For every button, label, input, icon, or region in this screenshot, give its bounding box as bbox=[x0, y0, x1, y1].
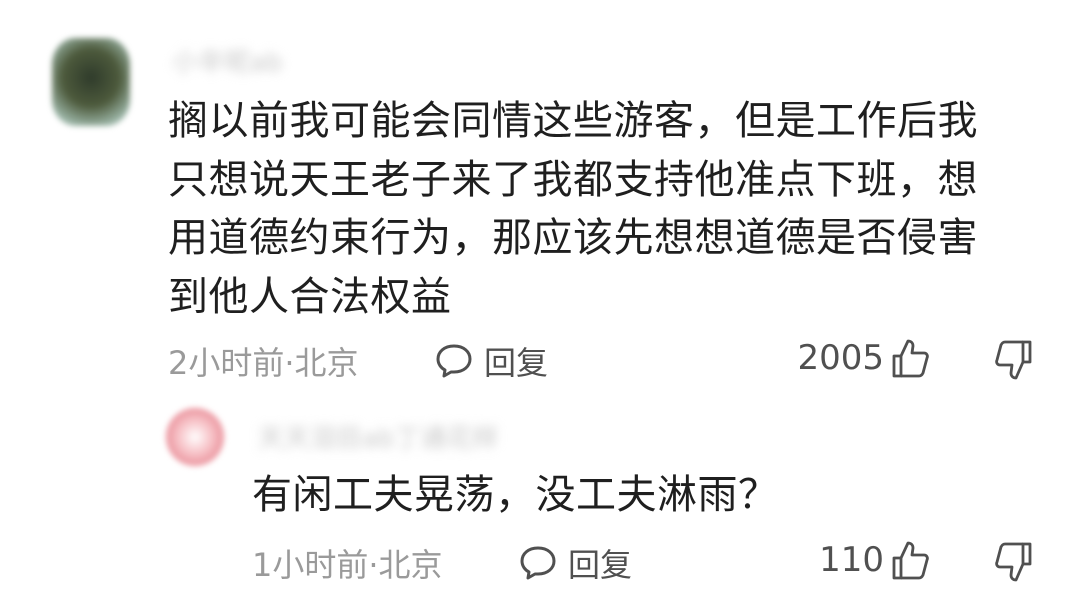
comment-line: 到他人合法权益 bbox=[168, 273, 452, 320]
commenter-avatar[interactable] bbox=[52, 38, 130, 126]
comment-line: 只想说天王老子来了我都支持他准点下班，想 bbox=[168, 156, 978, 203]
thumbs-down-icon[interactable] bbox=[992, 338, 1034, 384]
like-count: 2005 bbox=[797, 338, 884, 378]
comment-timestamp-location: 2小时前·北京 bbox=[168, 344, 359, 382]
reply-button[interactable]: 回复 bbox=[434, 338, 548, 384]
thumbs-up-icon bbox=[892, 339, 929, 378]
reply-author-avatar[interactable] bbox=[166, 408, 224, 466]
like-button[interactable]: 2005 bbox=[797, 336, 930, 380]
reply-timestamp-location: 1小时前·北京 bbox=[252, 546, 443, 584]
like-button[interactable]: 110 bbox=[819, 538, 930, 582]
reply-author-name[interactable]: 天天泪目ab丁通花样 bbox=[258, 418, 498, 455]
like-count: 110 bbox=[819, 540, 884, 580]
thumbs-up-icon bbox=[892, 541, 929, 580]
reply-button-label: 回复 bbox=[484, 344, 549, 382]
reply-body: 有闲工夫晃荡，没工夫淋雨？ bbox=[252, 472, 779, 518]
comment-body: 搁以前我可能会同情这些游客，但是工作后我 只想说天王老子来了我都支持他准点下班，… bbox=[168, 92, 1028, 326]
comment-thread: 小辛呢ab 搁以前我可能会同情这些游客，但是工作后我 只想说天王老子来了我都支持… bbox=[0, 0, 1080, 607]
comment-line: 搁以前我可能会同情这些游客，但是工作后我 bbox=[168, 98, 978, 144]
reply-button[interactable]: 回复 bbox=[518, 540, 632, 586]
speech-bubble-icon bbox=[436, 344, 472, 378]
commenter-name[interactable]: 小辛呢ab bbox=[172, 42, 282, 79]
speech-bubble-icon bbox=[520, 546, 556, 580]
reply-button-label: 回复 bbox=[568, 546, 633, 584]
thumbs-down-icon[interactable] bbox=[992, 540, 1034, 586]
comment-line: 用道德约束行为，那应该先想想道德是否侵害 bbox=[168, 215, 978, 261]
